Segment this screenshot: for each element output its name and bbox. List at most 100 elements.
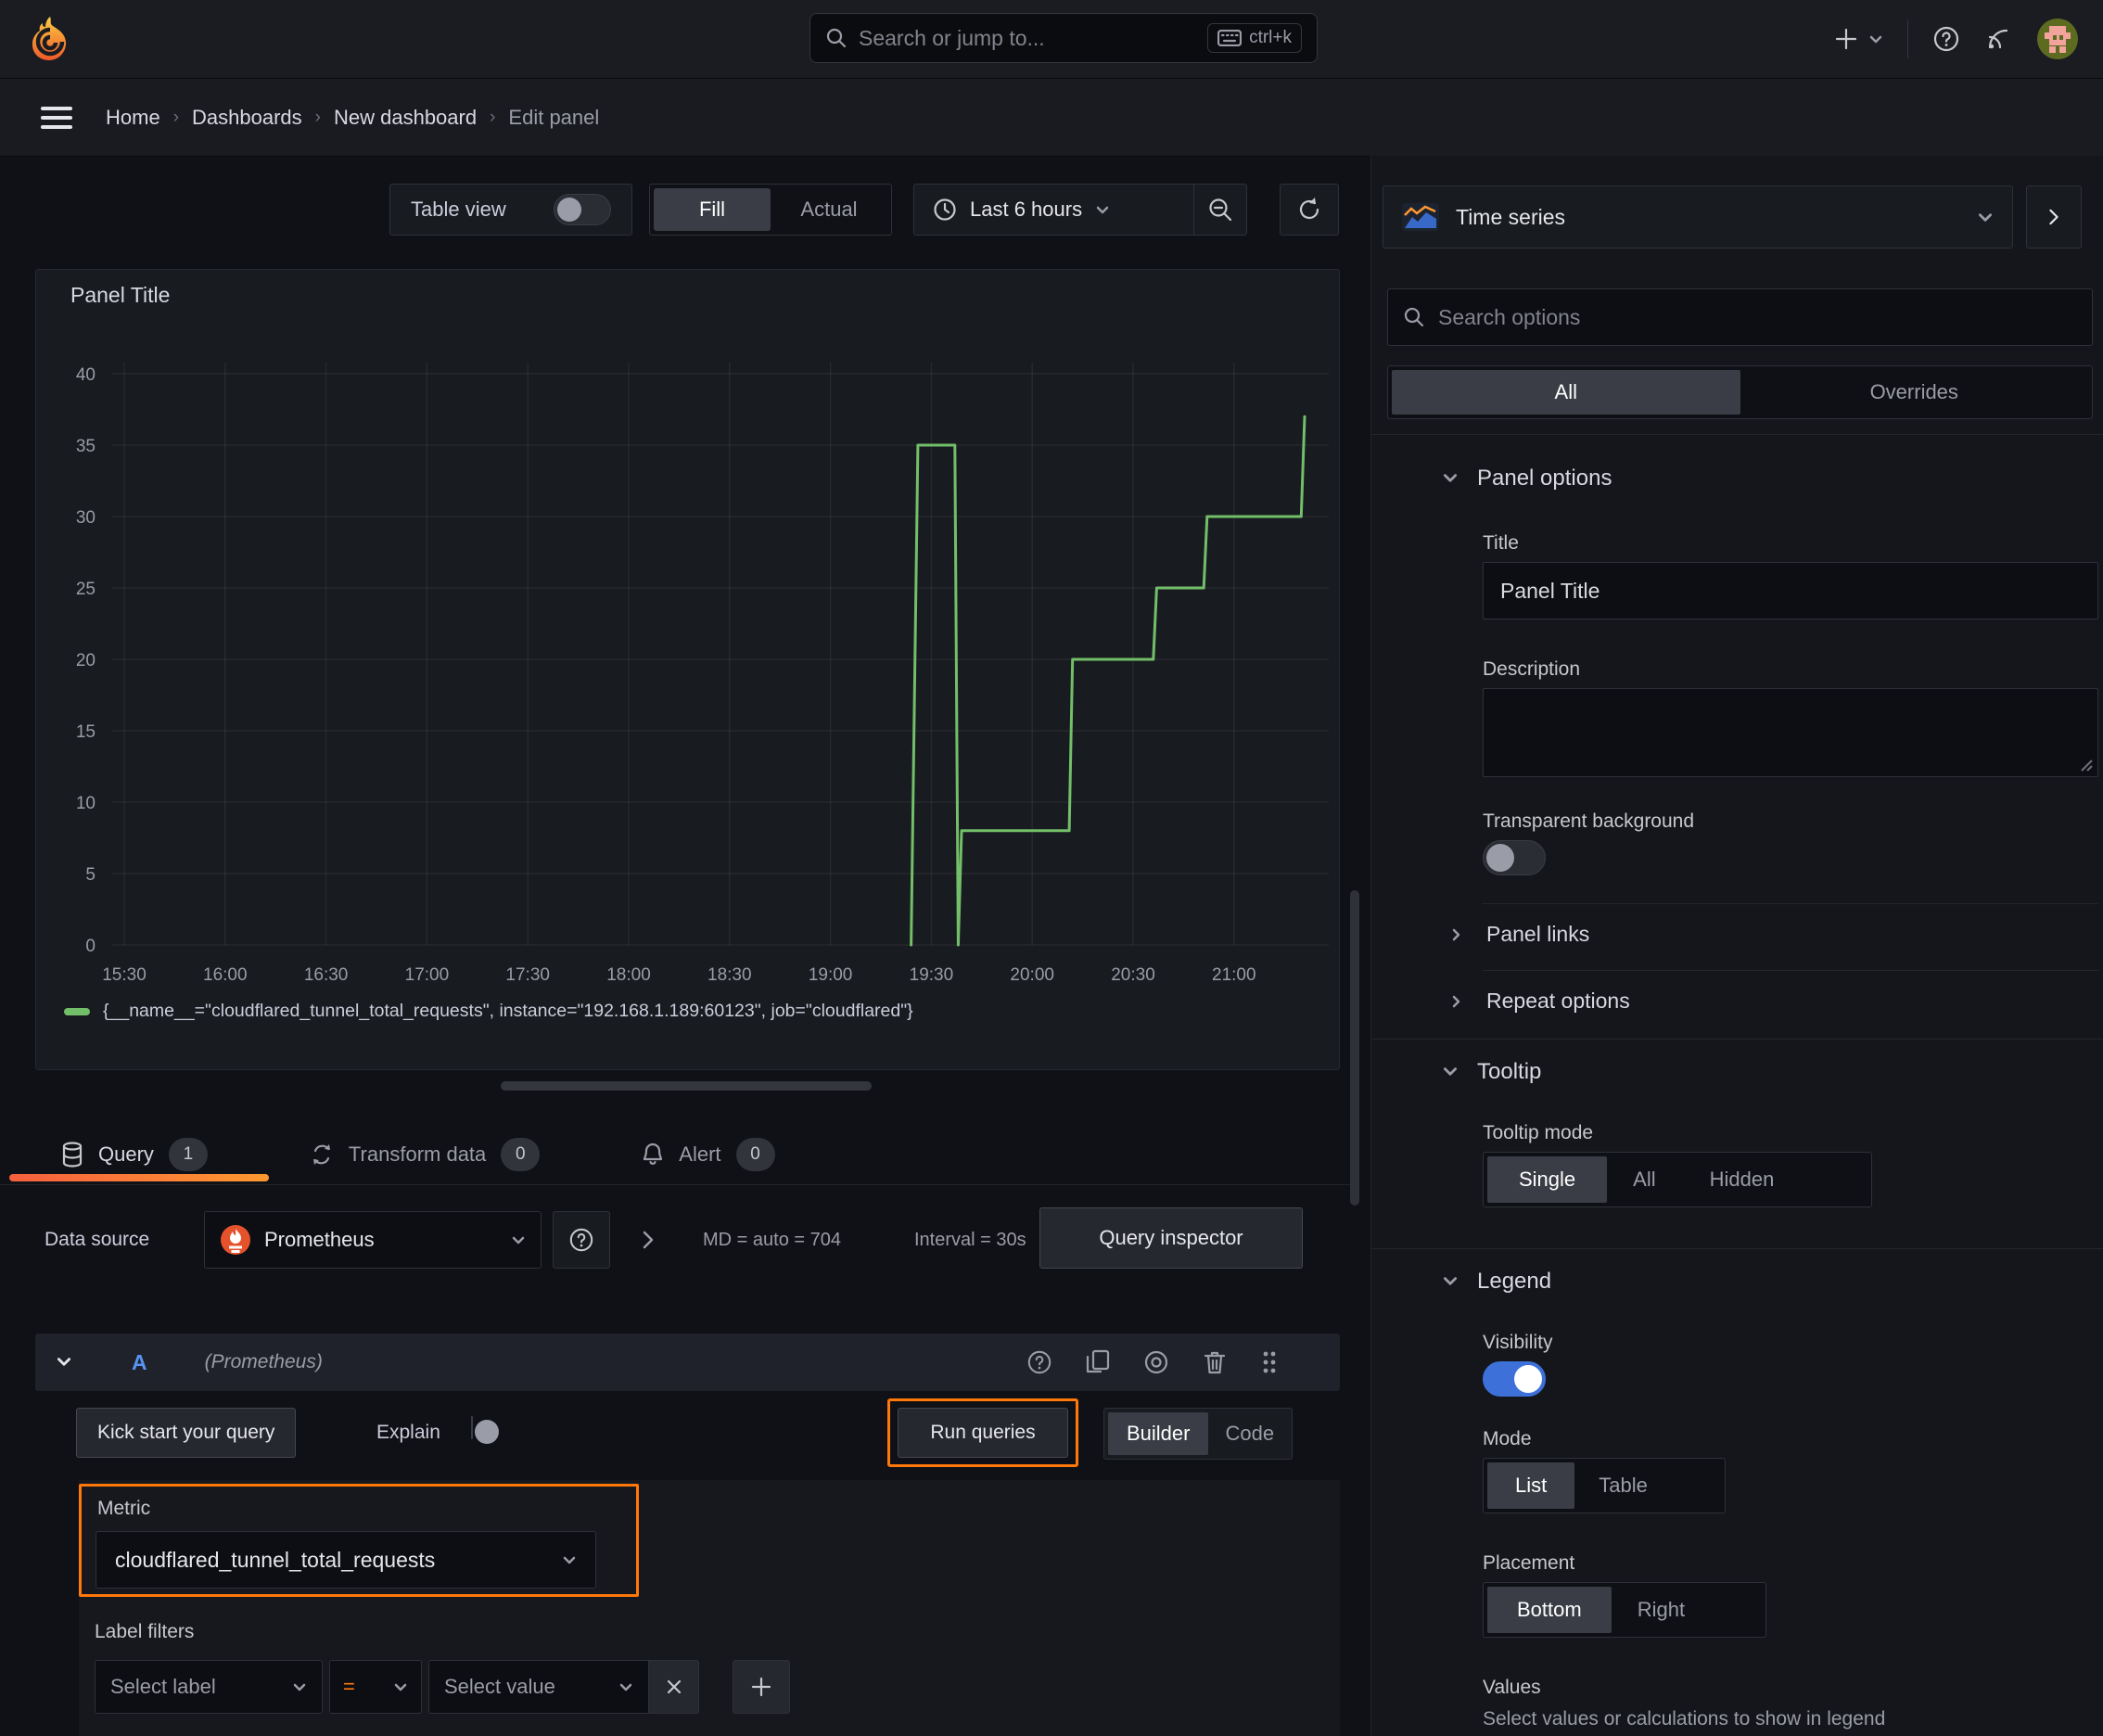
metric-select[interactable]: cloudflared_tunnel_total_requests <box>96 1531 596 1589</box>
table-view-toggle[interactable] <box>554 194 611 225</box>
tab-alert[interactable]: Alert 0 <box>642 1137 775 1171</box>
options-filter-tabs: All Overrides <box>1387 365 2093 419</box>
new-button[interactable] <box>1833 26 1883 52</box>
visualization-panel: Panel Title 0 5 10 15 20 25 30 35 40 15:30 16:00 16… <box>35 269 1340 1070</box>
code-option[interactable]: Code <box>1208 1412 1291 1455</box>
expand-options-icon[interactable] <box>640 1230 656 1250</box>
news-button[interactable] <box>1984 25 2012 53</box>
divider <box>1483 970 2098 971</box>
title-field-label: Title <box>1483 532 1519 554</box>
close-icon <box>667 1679 681 1694</box>
svg-text:30: 30 <box>76 508 96 528</box>
delete-query-icon[interactable] <box>1203 1349 1227 1375</box>
run-queries-button[interactable]: Run queries <box>898 1408 1068 1458</box>
svg-text:20:30: 20:30 <box>1111 965 1155 985</box>
viz-picker-row: Time series <box>1383 185 2082 249</box>
legend-visibility-toggle[interactable] <box>1483 1361 1546 1397</box>
select-value-dropdown[interactable]: Select value <box>428 1660 649 1714</box>
panel-links-header[interactable]: Panel links <box>1449 922 1589 947</box>
breadcrumb-dashboards[interactable]: Dashboards <box>192 106 302 130</box>
tooltip-mode-single[interactable]: Single <box>1487 1156 1608 1203</box>
tab-query[interactable]: Query 1 <box>61 1137 208 1171</box>
explain-toggle[interactable] <box>471 1416 499 1444</box>
legend-mode-list[interactable]: List <box>1487 1462 1575 1509</box>
chevron-down-icon <box>563 1556 576 1564</box>
time-series-chart[interactable]: 0 5 10 15 20 25 30 35 40 15:30 16:00 16:30 17:00 17:3… <box>36 270 1339 1069</box>
legend-header[interactable]: Legend <box>1442 1269 1551 1295</box>
panel-resize-handle[interactable] <box>501 1081 872 1091</box>
top-bar: Search or jump to... ctrl+k <box>0 0 2103 79</box>
shortcut-badge: ctrl+k <box>1207 23 1302 53</box>
legend-placement-right[interactable]: Right <box>1612 1587 1711 1633</box>
datasource-picker[interactable]: Prometheus <box>204 1211 542 1269</box>
zoom-out-button[interactable] <box>1194 197 1246 223</box>
title-field-input[interactable]: Panel Title <box>1483 562 2098 619</box>
transparent-bg-label: Transparent background <box>1483 811 1695 832</box>
breadcrumb-separator: › <box>314 107 321 127</box>
legend-series-label[interactable]: {__name__="cloudflared_tunnel_total_requ… <box>103 1001 913 1022</box>
tab-transform-data[interactable]: Transform data 0 <box>310 1137 541 1171</box>
legend-placement-bottom[interactable]: Bottom <box>1487 1587 1612 1633</box>
duplicate-query-icon[interactable] <box>1086 1349 1110 1375</box>
viz-picker[interactable]: Time series <box>1383 185 2013 249</box>
help-button[interactable] <box>1932 25 1960 53</box>
add-filter-button[interactable] <box>733 1660 790 1714</box>
breadcrumb-home[interactable]: Home <box>106 106 160 130</box>
user-avatar[interactable] <box>2036 18 2079 60</box>
transparent-bg-toggle[interactable] <box>1483 840 1546 875</box>
select-label-dropdown[interactable]: Select label <box>95 1660 323 1714</box>
fill-option[interactable]: Fill <box>654 188 771 231</box>
menu-toggle-button[interactable] <box>41 106 72 130</box>
query-inspector-button[interactable]: Query inspector <box>1039 1207 1303 1269</box>
tooltip-mode-label: Tooltip mode <box>1483 1122 1594 1143</box>
transform-icon <box>312 1143 330 1165</box>
tooltip-header[interactable]: Tooltip <box>1442 1059 1541 1085</box>
query-help-icon[interactable] <box>1026 1349 1052 1375</box>
query-ref-id[interactable]: A <box>132 1350 147 1375</box>
panel-options-header[interactable]: Panel options <box>1442 466 1612 491</box>
rss-icon <box>1988 29 2008 49</box>
filter-tab-all[interactable]: All <box>1392 370 1740 415</box>
options-search-input[interactable]: Search options <box>1387 288 2093 346</box>
toggle-knob <box>1514 1365 1542 1393</box>
description-field-textarea[interactable] <box>1483 688 2098 777</box>
breadcrumb-new-dashboard[interactable]: New dashboard <box>334 106 477 130</box>
global-search-input[interactable]: Search or jump to... ctrl+k <box>809 13 1318 63</box>
panel-links-title: Panel links <box>1486 922 1590 946</box>
filter-tab-overrides[interactable]: Overrides <box>1740 370 2089 415</box>
viz-suggestions-button[interactable] <box>2026 185 2082 249</box>
datasource-label: Data source <box>45 1229 150 1250</box>
collapse-query-icon[interactable] <box>56 1354 72 1371</box>
vertical-scrollbar[interactable] <box>1350 890 1359 1206</box>
time-range-picker[interactable]: Last 6 hours <box>914 198 1193 222</box>
tooltip-mode-all[interactable]: All <box>1607 1156 1681 1203</box>
tab-query-count: 1 <box>168 1137 208 1171</box>
legend-mode-table[interactable]: Table <box>1574 1462 1672 1509</box>
tooltip-mode-hidden[interactable]: Hidden <box>1682 1156 1803 1203</box>
svg-text:19:00: 19:00 <box>809 965 853 985</box>
help-circle-icon <box>569 1228 593 1252</box>
resize-handle-icon[interactable] <box>2080 759 2093 772</box>
remove-filter-button[interactable] <box>649 1660 699 1714</box>
actual-option[interactable]: Actual <box>771 188 887 231</box>
kickstart-query-button[interactable]: Kick start your query <box>76 1408 297 1458</box>
label-filters-row: Select label = Select value <box>95 1660 790 1714</box>
breadcrumb-separator: › <box>490 107 496 127</box>
viz-picker-label: Time series <box>1456 204 1565 229</box>
drag-query-icon[interactable] <box>1260 1348 1279 1376</box>
tab-alert-count: 0 <box>735 1137 775 1171</box>
svg-text:18:30: 18:30 <box>707 965 752 985</box>
refresh-button[interactable] <box>1280 184 1339 236</box>
grafana-logo-icon[interactable] <box>28 15 72 63</box>
topbar-actions <box>1833 0 2079 78</box>
repeat-options-header[interactable]: Repeat options <box>1449 989 1630 1014</box>
datasource-help-button[interactable] <box>553 1211 610 1269</box>
disable-query-icon[interactable] <box>1143 1349 1169 1375</box>
options-pane: Time series Search options All Overrides… <box>1370 156 2103 1736</box>
operator-dropdown[interactable]: = <box>329 1660 422 1714</box>
run-queries-highlight: Run queries <box>887 1398 1078 1467</box>
query-row-header[interactable]: A (Prometheus) <box>35 1334 1340 1391</box>
svg-text:19:30: 19:30 <box>910 965 954 985</box>
tooltip-title: Tooltip <box>1477 1059 1542 1084</box>
builder-option[interactable]: Builder <box>1108 1412 1209 1455</box>
